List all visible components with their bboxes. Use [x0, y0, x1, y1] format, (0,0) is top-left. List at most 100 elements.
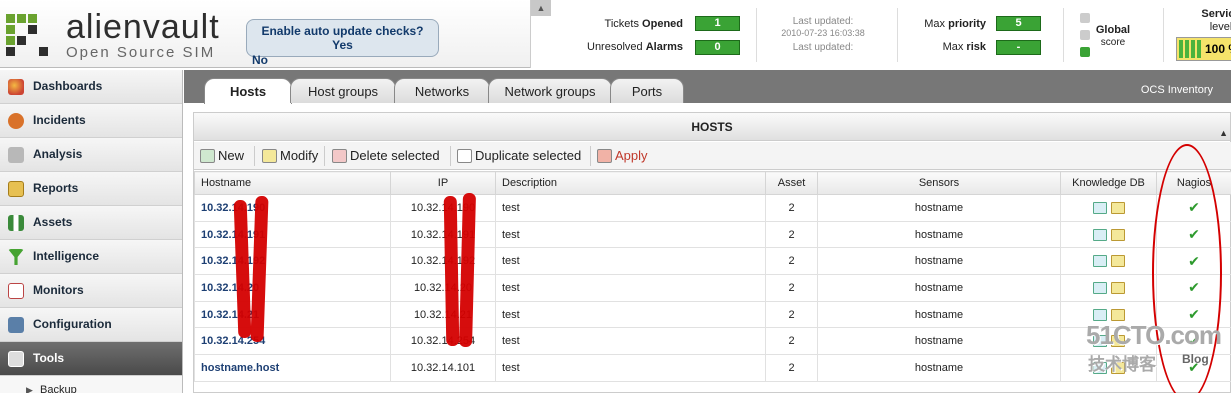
- column-header-knowledge-db[interactable]: Knowledge DB: [1060, 171, 1157, 195]
- hostname-link[interactable]: 10.32.14.20: [194, 274, 391, 302]
- hostname-link[interactable]: 10.32.14.192: [194, 247, 391, 276]
- global-score-label: Global: [1095, 24, 1131, 36]
- table-row[interactable]: 10.32.14.192 10.32.14.192 test 2 hostname ✔: [194, 247, 1231, 276]
- sidebar-item-incidents[interactable]: Incidents: [0, 104, 182, 138]
- table-row[interactable]: 10.32.14.21 10.32.14.21 test 2 hostname ✔: [194, 300, 1231, 329]
- sidebar-item-assets[interactable]: Assets: [0, 206, 182, 240]
- modify-button[interactable]: Modify: [260, 146, 318, 166]
- hostname-link[interactable]: 10.32.14.191: [194, 220, 391, 249]
- service-level-bar[interactable]: 100 %: [1176, 37, 1231, 61]
- kdb-view-icon[interactable]: [1092, 308, 1107, 321]
- dashboards-icon: [8, 79, 24, 95]
- watermark-site: 51CTO.com: [1086, 320, 1222, 350]
- logo-subtitle: Open Source SIM: [66, 44, 216, 61]
- description-cell: test: [495, 300, 766, 329]
- table-row[interactable]: 10.32.14.191 10.32.14.191 test 2 hostname ✔: [194, 220, 1231, 249]
- hostname-link[interactable]: 10.32.14.254: [194, 327, 391, 356]
- kdb-edit-icon[interactable]: [1110, 201, 1125, 214]
- delete-selected-label: Delete selected: [350, 148, 440, 163]
- table-row[interactable]: hostname.host 10.32.14.101 test 2 hostname ✔: [194, 354, 1231, 382]
- ip-cell: 10.32.14.20: [390, 274, 496, 302]
- max-priority-value[interactable]: 5: [996, 16, 1041, 31]
- sidebar-subitem-backup[interactable]: ▶ Backup: [0, 376, 182, 393]
- tab-host-groups[interactable]: Host groups: [290, 78, 396, 103]
- sidebar-item-configuration[interactable]: Configuration: [0, 308, 182, 342]
- global-score-sublabel: score: [1100, 37, 1126, 48]
- hostname-link[interactable]: 10.32.14.21: [194, 300, 391, 329]
- tickets-opened-count[interactable]: 1: [695, 16, 740, 31]
- asset-cell: 2: [765, 247, 818, 276]
- knowledge-db-cell: [1060, 220, 1157, 249]
- kdb-edit-icon[interactable]: [1110, 228, 1125, 241]
- ip-cell: 10.32.14.254: [390, 327, 496, 356]
- column-header-sensors[interactable]: Sensors: [817, 171, 1061, 195]
- asset-cell: 2: [765, 300, 818, 329]
- sidebar-item-dashboards[interactable]: Dashboards: [0, 70, 182, 104]
- watermark-chinese: 技术博客: [1088, 355, 1156, 374]
- kdb-edit-icon[interactable]: [1110, 308, 1125, 321]
- tab-ports[interactable]: Ports: [610, 78, 684, 103]
- kdb-view-icon[interactable]: [1092, 255, 1107, 268]
- table-header-row: Hostname IP Description Asset Sensors Kn…: [194, 171, 1231, 195]
- watermark-blog: Blog: [1182, 352, 1209, 366]
- kdb-view-icon[interactable]: [1092, 201, 1107, 214]
- table-row[interactable]: 10.32.14.19010.32.14.190test2hostname✔: [194, 194, 1231, 222]
- hostname-link[interactable]: hostname.host: [194, 354, 391, 382]
- sidebar-item-reports[interactable]: Reports: [0, 172, 182, 206]
- sidebar-item-monitors[interactable]: Monitors: [0, 274, 182, 308]
- kdb-view-icon[interactable]: [1092, 228, 1107, 241]
- unresolved-alarms-count[interactable]: 0: [695, 40, 740, 55]
- intelligence-icon: [8, 249, 24, 265]
- max-risk-value[interactable]: -: [996, 40, 1041, 55]
- chevron-right-icon: ▶: [26, 385, 33, 393]
- auto-update-no-link[interactable]: No: [252, 53, 268, 67]
- new-button[interactable]: New: [198, 146, 244, 166]
- analysis-icon: [8, 147, 24, 163]
- kdb-edit-icon[interactable]: [1110, 281, 1125, 294]
- ocs-inventory-link[interactable]: OCS Inventory: [1141, 84, 1213, 96]
- last-updated-time: 2010-07-23 16:03:38: [781, 28, 865, 38]
- new-button-label: New: [218, 148, 245, 163]
- delete-selected-button[interactable]: Delete selected: [330, 146, 440, 166]
- duplicate-icon: [457, 149, 472, 163]
- incidents-icon: [8, 113, 24, 129]
- alienvault-logo[interactable]: alienvault Open Source SIM: [6, 8, 231, 61]
- tools-icon: [8, 351, 24, 367]
- sidebar-item-intelligence[interactable]: Intelligence: [0, 240, 182, 274]
- panel-title-text: HOSTS: [691, 120, 733, 134]
- service-level-label: Service level: [1201, 8, 1231, 33]
- table-row[interactable]: 10.32.14.254 10.32.14.254 test 2 hostname ✔: [194, 327, 1231, 356]
- logo-name: alienvault: [66, 8, 220, 46]
- header: alienvault Open Source SIM Enable auto u…: [0, 0, 1231, 68]
- column-header-asset[interactable]: Asset: [765, 171, 818, 195]
- new-icon: [200, 149, 215, 163]
- logo-mark-icon: [6, 14, 54, 58]
- sidebar-item-label: Intelligence: [33, 249, 100, 263]
- last-updated-label: Last updated:: [792, 16, 854, 27]
- assets-icon: [8, 215, 24, 231]
- description-cell: test: [495, 354, 766, 382]
- column-header-hostname[interactable]: Hostname: [194, 171, 391, 195]
- tab-network-groups[interactable]: Network groups: [488, 78, 612, 103]
- auto-update-yes-link[interactable]: Yes: [247, 38, 438, 52]
- kdb-edit-icon[interactable]: [1110, 255, 1125, 268]
- tab-hosts[interactable]: Hosts: [204, 78, 292, 104]
- duplicate-selected-button[interactable]: Duplicate selected: [455, 146, 581, 166]
- sensors-cell: hostname: [817, 194, 1061, 222]
- column-header-description[interactable]: Description: [495, 171, 766, 195]
- global-score-led-2: [1080, 30, 1090, 40]
- sidebar-item-label: Tools: [33, 351, 65, 365]
- column-header-ip[interactable]: IP: [390, 171, 496, 195]
- tab-networks[interactable]: Networks: [394, 78, 490, 103]
- asset-cell: 2: [765, 220, 818, 249]
- sensors-cell: hostname: [817, 247, 1061, 276]
- sidebar-item-analysis[interactable]: Analysis: [0, 138, 182, 172]
- description-cell: test: [495, 220, 766, 249]
- sidebar-item-tools[interactable]: Tools: [0, 342, 182, 376]
- kdb-view-icon[interactable]: [1092, 281, 1107, 294]
- description-cell: test: [495, 247, 766, 276]
- collapse-header-button[interactable]: ▲: [531, 0, 551, 16]
- hostname-link[interactable]: 10.32.14.190: [194, 194, 391, 222]
- table-row[interactable]: 10.32.14.20 10.32.14.20 test 2 hostname ✔: [194, 274, 1231, 302]
- apply-button[interactable]: Apply: [595, 146, 648, 166]
